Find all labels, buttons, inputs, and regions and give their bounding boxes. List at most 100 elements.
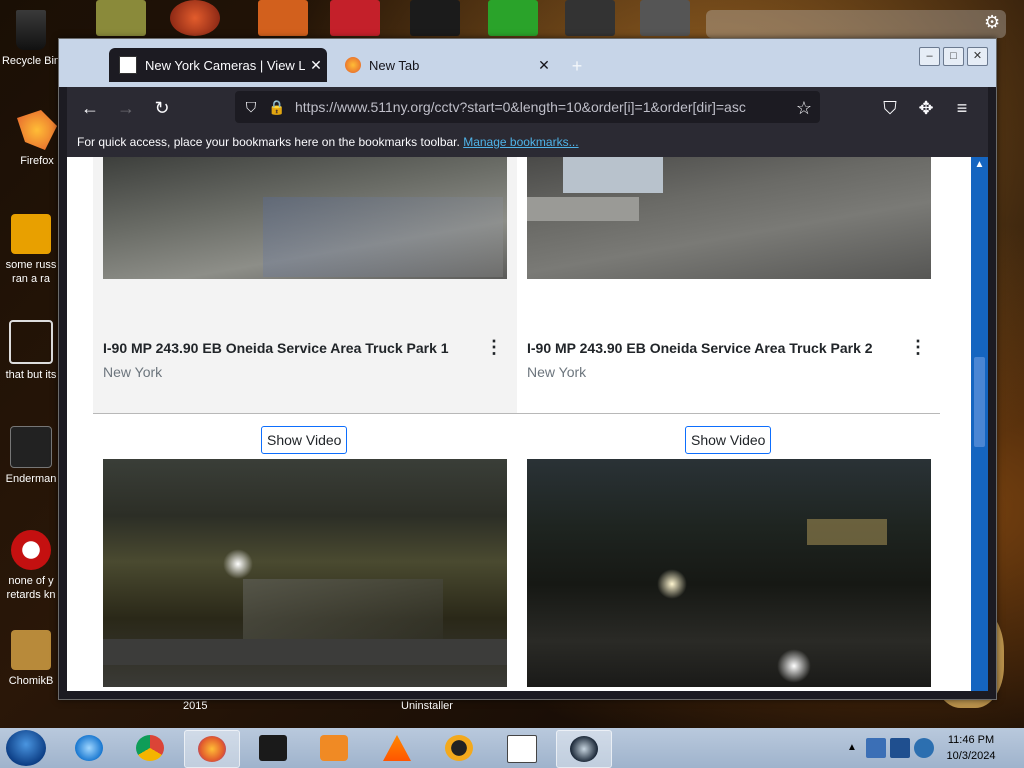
url-text[interactable]: https://www.511ny.org/cctv?start=0&lengt… [295, 99, 746, 115]
enderman-icon[interactable]: Enderman [0, 426, 62, 486]
camera-image[interactable] [527, 459, 931, 687]
video-thumbnail [11, 214, 51, 254]
icon-label: none of y retards kn [6, 575, 56, 601]
show-hidden-icons-icon[interactable]: ▲ [842, 730, 862, 753]
camera-image[interactable] [103, 157, 507, 279]
headlight-glow [657, 569, 687, 599]
bookmark-star-icon[interactable]: ☆ [791, 95, 817, 121]
chrome-like-image [11, 530, 51, 570]
top-app-icon[interactable] [640, 0, 690, 36]
show-video-button[interactable]: Show Video [261, 426, 348, 454]
page-content: I-90 MP 243.90 EB Oneida Service Area Tr… [67, 157, 988, 691]
extensions-icon[interactable]: ✥ [913, 95, 939, 121]
volume-icon[interactable] [914, 738, 934, 758]
bookmarks-toolbar: For quick access, place your bookmarks h… [67, 127, 988, 157]
top-app-icon[interactable] [488, 0, 538, 36]
icon-label: Recycle Bin [1, 55, 61, 67]
building-lights [807, 519, 887, 545]
close-icon[interactable]: ✕ [305, 57, 327, 74]
camera-image[interactable] [103, 459, 507, 687]
desktop-widget [706, 10, 1006, 38]
back-arrow-icon[interactable]: ← [77, 95, 103, 121]
tab-title: New York Cameras | View Live N [145, 57, 305, 73]
hamster-image [11, 630, 51, 670]
camera-image[interactable] [527, 157, 931, 279]
tab-new-tab[interactable]: New Tab ✕ [335, 48, 555, 82]
kebab-menu-icon[interactable]: ⋮ [909, 338, 927, 358]
calendar-icon[interactable] [494, 730, 548, 766]
maximize-button[interactable]: □ [943, 47, 964, 66]
forward-arrow-icon[interactable]: → [113, 95, 139, 121]
barrier-shape [527, 197, 639, 221]
chrome-icon[interactable] [123, 730, 177, 766]
scrollbar-thumb[interactable] [974, 357, 985, 447]
navigation-toolbar: ← → ↻ ⛉ 🔒 https://www.511ny.org/cctv?sta… [67, 87, 988, 127]
pocket-icon[interactable]: ⛉ [877, 95, 903, 121]
top-app-icon[interactable] [410, 0, 460, 36]
russian-video-icon[interactable]: some russ ran a ra [0, 214, 62, 286]
tab-new-york-cameras[interactable]: New York Cameras | View Live N ✕ [109, 48, 327, 82]
icon-label: some russ ran a ra [5, 259, 57, 285]
gear-icon[interactable]: ⚙ [984, 12, 1000, 33]
top-app-icon[interactable] [96, 0, 146, 36]
lock-icon[interactable]: 🔒 [267, 97, 287, 117]
show-video-button[interactable]: Show Video [685, 426, 772, 454]
reload-icon[interactable]: ↻ [149, 95, 175, 121]
steam-icon[interactable] [556, 730, 612, 768]
firefox-taskbar-icon[interactable] [184, 730, 240, 768]
camera-location: New York [103, 364, 163, 380]
recycle-bin-icon[interactable]: Recycle Bin [0, 10, 62, 68]
chomik-icon[interactable]: ChomikB [0, 630, 62, 688]
none-of-you-icon[interactable]: none of y retards kn [0, 530, 62, 602]
firefox-favicon [345, 57, 361, 73]
video-player-icon[interactable] [307, 730, 361, 766]
close-window-button[interactable]: ✕ [967, 47, 988, 66]
headlight-glow [777, 649, 811, 683]
camera-title[interactable]: I-90 MP 243.90 EB Oneida Service Area Tr… [527, 340, 873, 356]
firefox-logo [17, 110, 57, 150]
display-icon[interactable] [890, 738, 910, 758]
kebab-menu-icon[interactable]: ⋮ [485, 338, 503, 358]
minimize-button[interactable]: – [919, 47, 940, 66]
bookmarks-message: For quick access, place your bookmarks h… [77, 127, 579, 157]
url-bar[interactable]: ⛉ 🔒 https://www.511ny.org/cctv?start=0&l… [235, 91, 820, 123]
menu-icon[interactable]: ≡ [949, 95, 975, 121]
manage-bookmarks-link[interactable]: Manage bookmarks... [463, 135, 578, 149]
taskbar: ▲ 11:46 PM 10/3/2024 [0, 728, 1024, 768]
light-glow [223, 549, 253, 579]
scroll-up-icon[interactable]: ▲ [971, 159, 988, 170]
lot-marking [263, 197, 503, 277]
start-button[interactable] [6, 730, 46, 766]
desktop-caption: Uninstaller [401, 700, 453, 712]
row-divider [93, 413, 940, 414]
that-but-its-icon[interactable]: that but its [0, 320, 62, 382]
folder-stack-image [9, 320, 53, 364]
new-tab-plus-icon[interactable]: + [564, 53, 590, 79]
clock-date: 10/3/2024 [946, 750, 996, 762]
top-app-icon[interactable] [565, 0, 615, 36]
network-icon[interactable] [866, 738, 886, 758]
aimp-icon[interactable] [432, 730, 486, 766]
icon-label: Enderman [5, 473, 57, 485]
firefox-window: New York Cameras | View Live N ✕ New Tab… [58, 38, 997, 700]
clock-time: 11:46 PM [947, 734, 995, 746]
media-box-icon[interactable] [246, 730, 300, 766]
recycle-bin-image [16, 10, 46, 50]
top-app-icon[interactable] [330, 0, 380, 36]
system-clock[interactable]: 11:46 PM 10/3/2024 [936, 732, 1006, 764]
building-shape [563, 157, 663, 193]
bookmarks-hint: For quick access, place your bookmarks h… [77, 135, 460, 149]
camera-title[interactable]: I-90 MP 243.90 EB Oneida Service Area Tr… [103, 340, 449, 356]
desktop-caption: 2015 [183, 700, 208, 712]
camera-location: New York [527, 364, 587, 380]
icon-label: that but its [5, 369, 57, 381]
internet-explorer-icon[interactable] [62, 730, 116, 766]
511ny-favicon [119, 56, 137, 74]
shield-icon[interactable]: ⛉ [241, 97, 261, 117]
close-icon[interactable]: ✕ [533, 57, 555, 74]
page-scrollbar[interactable]: ▲ [971, 157, 988, 691]
tab-strip: New York Cameras | View Live N ✕ New Tab… [59, 39, 996, 87]
top-app-icon[interactable] [170, 0, 220, 36]
top-app-icon[interactable] [258, 0, 308, 36]
vlc-icon[interactable] [370, 730, 424, 766]
